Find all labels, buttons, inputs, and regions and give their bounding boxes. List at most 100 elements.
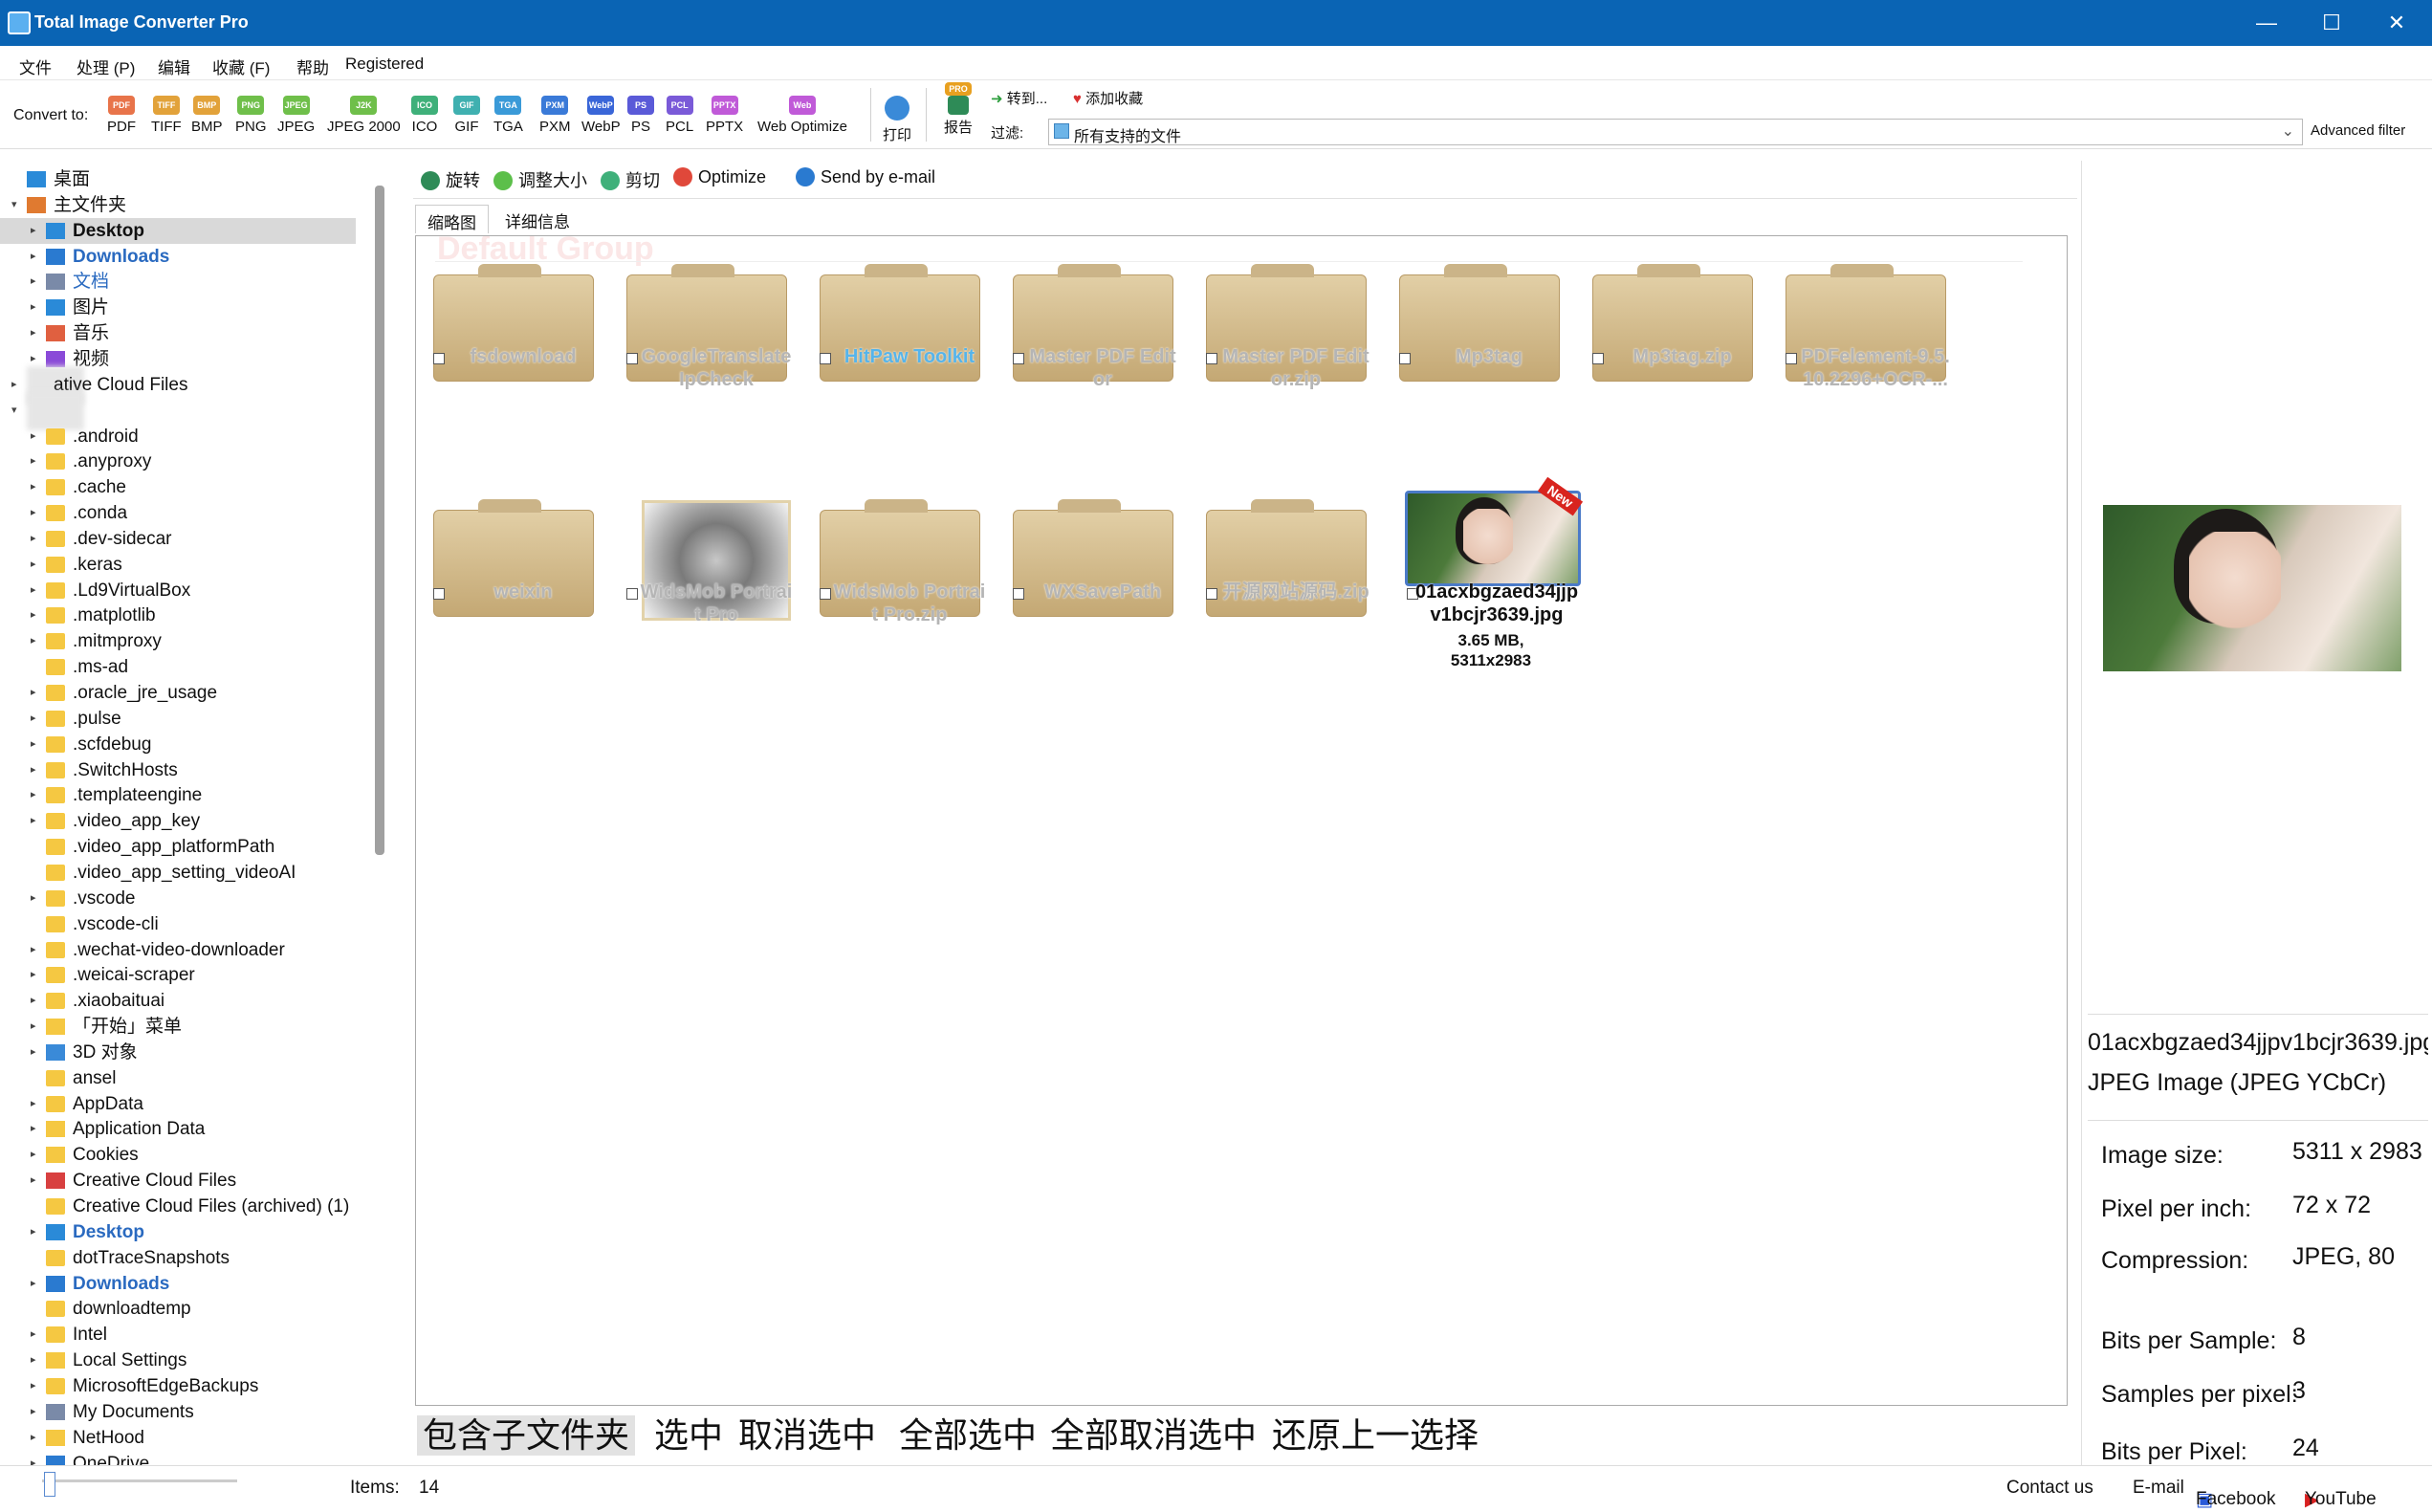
thumbnail-checkbox[interactable] — [1013, 588, 1024, 600]
thumbnail-checkbox[interactable] — [1786, 353, 1797, 364]
restore-selection-button[interactable]: 还原上一选择 — [1272, 1415, 1479, 1456]
tree-item[interactable]: ▸ 文档 — [0, 269, 375, 295]
tree-scrollbar[interactable] — [375, 186, 384, 855]
menu-process[interactable]: 处理 (P) — [77, 55, 135, 78]
tree-item[interactable]: ▸ Downloads — [0, 244, 375, 270]
tree-item[interactable]: ▸ Desktop — [0, 217, 356, 244]
tree-item[interactable]: ▸ .vscode — [0, 886, 375, 911]
chevron-right-icon[interactable]: ▸ — [31, 500, 36, 526]
thumbnail-checkbox[interactable] — [1399, 353, 1411, 364]
tree-item[interactable]: ▸ .wechat-video-downloader — [0, 937, 375, 963]
chevron-right-icon[interactable]: ▸ — [31, 782, 36, 808]
folder-thumbnail[interactable]: Mp3tag.zip — [1579, 236, 1770, 427]
convert-jpeg-button[interactable]: JPEG JPEG — [277, 96, 315, 143]
menu-favorites[interactable]: 收藏 (F) — [212, 55, 270, 78]
convert-ico-button[interactable]: ICO ICO — [411, 96, 438, 143]
thumbnail-checkbox[interactable] — [1013, 353, 1024, 364]
advanced-filter-link[interactable]: Advanced filter — [2311, 122, 2405, 139]
convert-tiff-button[interactable]: TIFF TIFF — [151, 96, 182, 143]
tree-item[interactable]: ▸ .matplotlib — [0, 603, 375, 628]
minimize-button[interactable]: — — [2240, 8, 2293, 38]
maximize-button[interactable]: ☐ — [2305, 8, 2358, 38]
tree-item[interactable]: ▸ Application Data — [0, 1116, 375, 1142]
zoom-slider-track[interactable] — [42, 1479, 237, 1482]
chevron-right-icon[interactable]: ▸ — [31, 603, 36, 628]
folder-thumbnail[interactable]: HitPaw Toolkit — [806, 236, 997, 427]
menu-file[interactable]: 文件 — [19, 55, 52, 78]
tree-item[interactable]: ▸ .mitmproxy — [0, 628, 375, 654]
chevron-right-icon[interactable]: ▸ — [31, 1373, 36, 1399]
tree-item[interactable]: ▸ .oracle_jre_usage — [0, 680, 375, 706]
folder-thumbnail[interactable]: Mp3tag — [1386, 236, 1577, 427]
resize-button[interactable]: 调整大小 — [493, 167, 587, 192]
folder-thumbnail[interactable]: fsdownload — [420, 236, 611, 427]
print-button[interactable]: 打印 — [880, 96, 914, 143]
tab-details[interactable]: 详细信息 — [493, 205, 581, 233]
tree-item[interactable]: ▸ NetHood — [0, 1425, 375, 1451]
thumbnail-checkbox[interactable] — [433, 353, 445, 364]
convert-jpeg-2000-button[interactable]: J2K JPEG 2000 — [327, 96, 401, 143]
image-thumbnail[interactable]: New 01acxbgzaed34jjpv1bcjr3639.jpg 3.65 MB… — [1386, 471, 1584, 669]
convert-tga-button[interactable]: TGA TGA — [493, 96, 523, 143]
convert-png-button[interactable]: PNG PNG — [235, 96, 267, 143]
chevron-right-icon[interactable]: ▸ — [31, 757, 36, 783]
tab-thumbnails[interactable]: 缩略图 — [415, 205, 489, 233]
thumbnail-checkbox[interactable] — [820, 353, 831, 364]
folder-tree[interactable]: 桌面 ▾ 主文件夹 ▸ Desktop ▸ Downloads ▸ 文档 ▸ 图片 ▸ 音乐 ▸ 视频 ▸ at… — [0, 161, 375, 1467]
tree-item[interactable]: downloadtemp — [0, 1296, 375, 1322]
thumbnail-checkbox[interactable] — [626, 353, 638, 364]
chevron-down-icon[interactable]: ▾ — [11, 192, 17, 218]
chevron-right-icon[interactable]: ▸ — [31, 1219, 36, 1245]
tree-item[interactable]: ▸ AppData — [0, 1091, 375, 1117]
chevron-right-icon[interactable]: ▸ — [31, 706, 36, 732]
contact-link[interactable]: Contact us — [2006, 1478, 2093, 1499]
convert-pptx-button[interactable]: PPTX PPTX — [706, 96, 743, 143]
zoom-slider-handle[interactable] — [44, 1472, 55, 1497]
folder-thumbnail[interactable]: WidsMob Portrait Pro — [613, 471, 804, 663]
thumbnail-checkbox[interactable] — [820, 588, 831, 600]
close-button[interactable]: ✕ — [2370, 8, 2423, 38]
optimize-button[interactable]: Optimize — [673, 167, 766, 187]
tree-item[interactable]: ▸ .video_app_key — [0, 808, 375, 834]
folder-thumbnail[interactable]: WidsMob Portrait Pro.zip — [806, 471, 997, 663]
tree-item[interactable]: ▸ .keras — [0, 552, 375, 578]
tree-item[interactable]: ▸ Creative Cloud Files — [0, 1168, 375, 1194]
email-link[interactable]: E-mail — [2133, 1478, 2184, 1499]
tree-item[interactable]: ▸ .weicai-scraper — [0, 962, 375, 988]
tree-item[interactable]: .video_app_platformPath — [0, 834, 375, 860]
chevron-right-icon[interactable]: ▸ — [31, 1425, 36, 1451]
folder-thumbnail[interactable]: Master PDF Editor.zip — [1193, 236, 1384, 427]
tree-item[interactable]: ▸ MicrosoftEdgeBackups — [0, 1373, 375, 1399]
menu-help[interactable]: 帮助 — [296, 55, 329, 78]
chevron-right-icon[interactable]: ▸ — [31, 218, 36, 244]
tree-item[interactable]: ▸ .android — [0, 424, 375, 449]
tree-item[interactable]: ▸ Cookies — [0, 1142, 375, 1168]
tree-item[interactable]: ▸ 「开始」菜单 — [0, 1014, 375, 1040]
chevron-right-icon[interactable]: ▸ — [31, 1348, 36, 1373]
convert-web-optimize-button[interactable]: Web Web Optimize — [757, 96, 847, 143]
tree-item[interactable]: ▸ .conda — [0, 500, 375, 526]
convert-webp-button[interactable]: WebP WebP — [581, 96, 621, 143]
thumbnail-grid[interactable]: Default Group fsdownload GoogleTranslateI… — [415, 235, 2068, 1406]
folder-thumbnail[interactable]: GoogleTranslateIpCheck — [613, 236, 804, 427]
chevron-right-icon[interactable]: ▸ — [31, 320, 36, 346]
chevron-right-icon[interactable]: ▸ — [31, 1271, 36, 1297]
chevron-right-icon[interactable]: ▸ — [31, 295, 36, 320]
convert-pxm-button[interactable]: PXM PXM — [539, 96, 571, 143]
tree-item[interactable]: ▸ .pulse — [0, 706, 375, 732]
include-subfolders-button[interactable]: 包含子文件夹 — [417, 1415, 636, 1456]
chevron-down-icon[interactable]: ▾ — [11, 398, 17, 424]
chevron-right-icon[interactable]: ▸ — [31, 808, 36, 834]
tree-item[interactable]: ▸ Downloads — [0, 1271, 375, 1297]
chevron-right-icon[interactable]: ▸ — [31, 962, 36, 988]
thumbnail-checkbox[interactable] — [1592, 353, 1604, 364]
crop-button[interactable]: 剪切 — [601, 167, 660, 192]
tree-item[interactable]: ▸ .cache — [0, 474, 375, 500]
thumbnail-checkbox[interactable] — [433, 588, 445, 600]
chevron-right-icon[interactable]: ▸ — [31, 1399, 36, 1425]
chevron-right-icon[interactable]: ▸ — [31, 988, 36, 1014]
chevron-right-icon[interactable]: ▸ — [31, 474, 36, 500]
thumbnail-checkbox[interactable] — [626, 588, 638, 600]
select-button[interactable]: 选中 — [654, 1415, 723, 1456]
chevron-right-icon[interactable]: ▸ — [31, 1168, 36, 1194]
